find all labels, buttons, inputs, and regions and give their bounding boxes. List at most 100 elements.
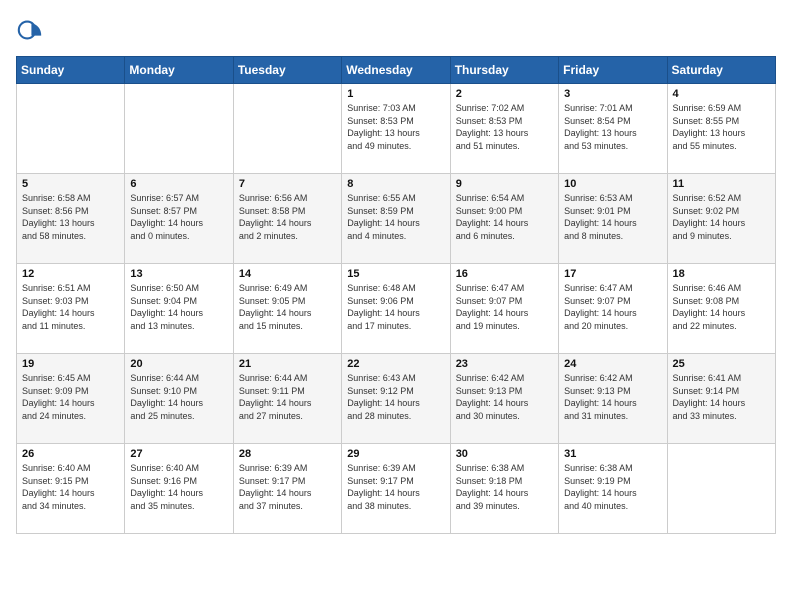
day-number: 22 <box>347 358 444 370</box>
calendar-cell: 11 Sunrise: 6:52 AM Sunset: 9:02 PM Dayli… <box>667 174 775 264</box>
calendar-cell: 14Sunrise: 6:49 AM Sunset: 9:05 PM Dayli… <box>233 264 341 354</box>
page-header <box>16 16 776 44</box>
calendar-cell: 20 Sunrise: 6:44 AM Sunset: 9:10 PM Dayli… <box>125 354 233 444</box>
day-number: 11 <box>673 178 770 190</box>
day-info: Sunrise: 6:56 AM Sunset: 8:58 PM Dayligh… <box>239 192 336 242</box>
day-number: 27 <box>130 448 227 460</box>
day-info: Sunrise: 6:40 AM Sunset: 9:15 PM Dayligh… <box>22 462 119 512</box>
calendar-cell: 7 Sunrise: 6:56 AM Sunset: 8:58 PM Daylig… <box>233 174 341 264</box>
day-info: Sunrise: 6:42 AM Sunset: 9:13 PM Dayligh… <box>564 372 661 422</box>
day-info: Sunrise: 6:47 AM Sunset: 9:07 PM Dayligh… <box>456 282 553 332</box>
calendar-cell: 31 Sunrise: 6:38 AM Sunset: 9:19 PM Dayli… <box>559 444 667 534</box>
calendar-cell: 22 Sunrise: 6:43 AM Sunset: 9:12 PM Dayli… <box>342 354 450 444</box>
day-info: Sunrise: 6:50 AM Sunset: 9:04 PM Dayligh… <box>130 282 227 332</box>
day-info: Sunrise: 7:02 AM Sunset: 8:53 PM Dayligh… <box>456 102 553 152</box>
weekday-header-tuesday: Tuesday <box>233 57 341 84</box>
calendar-cell: 5 Sunrise: 6:58 AM Sunset: 8:56 PM Daylig… <box>17 174 125 264</box>
day-number: 12 <box>22 268 119 280</box>
day-number: 23 <box>456 358 553 370</box>
day-number: 31 <box>564 448 661 460</box>
day-number: 13 <box>130 268 227 280</box>
day-info: Sunrise: 6:53 AM Sunset: 9:01 PM Dayligh… <box>564 192 661 242</box>
day-info: Sunrise: 6:51 AM Sunset: 9:03 PM Dayligh… <box>22 282 119 332</box>
calendar-cell: 30 Sunrise: 6:38 AM Sunset: 9:18 PM Dayli… <box>450 444 558 534</box>
calendar-cell: 21 Sunrise: 6:44 AM Sunset: 9:11 PM Dayli… <box>233 354 341 444</box>
logo <box>16 16 48 44</box>
calendar-cell: 19Sunrise: 6:45 AM Sunset: 9:09 PM Dayli… <box>17 354 125 444</box>
day-number: 2 <box>456 88 553 100</box>
day-number: 24 <box>564 358 661 370</box>
calendar-week-row: 5 Sunrise: 6:58 AM Sunset: 8:56 PM Daylig… <box>17 174 776 264</box>
day-number: 30 <box>456 448 553 460</box>
day-number: 15 <box>347 268 444 280</box>
day-number: 8 <box>347 178 444 190</box>
day-info: Sunrise: 6:43 AM Sunset: 9:12 PM Dayligh… <box>347 372 444 422</box>
weekday-header-sunday: Sunday <box>17 57 125 84</box>
calendar-cell: 6 Sunrise: 6:57 AM Sunset: 8:57 PM Daylig… <box>125 174 233 264</box>
day-number: 10 <box>564 178 661 190</box>
calendar-cell: 15 Sunrise: 6:48 AM Sunset: 9:06 PM Dayli… <box>342 264 450 354</box>
weekday-header-row: SundayMondayTuesdayWednesdayThursdayFrid… <box>17 57 776 84</box>
day-info: Sunrise: 6:44 AM Sunset: 9:10 PM Dayligh… <box>130 372 227 422</box>
weekday-header-saturday: Saturday <box>667 57 775 84</box>
day-number: 29 <box>347 448 444 460</box>
day-number: 14 <box>239 268 336 280</box>
day-number: 19 <box>22 358 119 370</box>
calendar-cell: 27 Sunrise: 6:40 AM Sunset: 9:16 PM Dayli… <box>125 444 233 534</box>
day-number: 5 <box>22 178 119 190</box>
calendar-cell <box>233 84 341 174</box>
day-info: Sunrise: 6:39 AM Sunset: 9:17 PM Dayligh… <box>239 462 336 512</box>
day-info: Sunrise: 6:58 AM Sunset: 8:56 PM Dayligh… <box>22 192 119 242</box>
day-number: 16 <box>456 268 553 280</box>
day-info: Sunrise: 6:38 AM Sunset: 9:18 PM Dayligh… <box>456 462 553 512</box>
weekday-header-monday: Monday <box>125 57 233 84</box>
calendar-cell: 13 Sunrise: 6:50 AM Sunset: 9:04 PM Dayli… <box>125 264 233 354</box>
day-number: 21 <box>239 358 336 370</box>
day-info: Sunrise: 6:59 AM Sunset: 8:55 PM Dayligh… <box>673 102 770 152</box>
calendar-cell: 12 Sunrise: 6:51 AM Sunset: 9:03 PM Dayli… <box>17 264 125 354</box>
calendar-cell <box>125 84 233 174</box>
day-info: Sunrise: 6:54 AM Sunset: 9:00 PM Dayligh… <box>456 192 553 242</box>
calendar-cell: 10 Sunrise: 6:53 AM Sunset: 9:01 PM Dayli… <box>559 174 667 264</box>
calendar-header: SundayMondayTuesdayWednesdayThursdayFrid… <box>17 57 776 84</box>
day-number: 25 <box>673 358 770 370</box>
day-info: Sunrise: 6:40 AM Sunset: 9:16 PM Dayligh… <box>130 462 227 512</box>
day-info: Sunrise: 6:44 AM Sunset: 9:11 PM Dayligh… <box>239 372 336 422</box>
day-number: 28 <box>239 448 336 460</box>
calendar-week-row: 12 Sunrise: 6:51 AM Sunset: 9:03 PM Dayli… <box>17 264 776 354</box>
logo-icon <box>16 16 44 44</box>
calendar-cell: 29 Sunrise: 6:39 AM Sunset: 9:17 PM Dayli… <box>342 444 450 534</box>
calendar-cell <box>17 84 125 174</box>
day-number: 7 <box>239 178 336 190</box>
day-number: 20 <box>130 358 227 370</box>
calendar-cell: 3 Sunrise: 7:01 AM Sunset: 8:54 PM Daylig… <box>559 84 667 174</box>
day-info: Sunrise: 6:39 AM Sunset: 9:17 PM Dayligh… <box>347 462 444 512</box>
day-info: Sunrise: 6:46 AM Sunset: 9:08 PM Dayligh… <box>673 282 770 332</box>
weekday-header-thursday: Thursday <box>450 57 558 84</box>
day-number: 17 <box>564 268 661 280</box>
calendar-cell: 18Sunrise: 6:46 AM Sunset: 9:08 PM Dayli… <box>667 264 775 354</box>
day-number: 6 <box>130 178 227 190</box>
day-info: Sunrise: 7:03 AM Sunset: 8:53 PM Dayligh… <box>347 102 444 152</box>
calendar-week-row: 19Sunrise: 6:45 AM Sunset: 9:09 PM Dayli… <box>17 354 776 444</box>
calendar-week-row: 26 Sunrise: 6:40 AM Sunset: 9:15 PM Dayli… <box>17 444 776 534</box>
calendar-body: 1Sunrise: 7:03 AM Sunset: 8:53 PM Daylig… <box>17 84 776 534</box>
day-info: Sunrise: 6:52 AM Sunset: 9:02 PM Dayligh… <box>673 192 770 242</box>
day-info: Sunrise: 7:01 AM Sunset: 8:54 PM Dayligh… <box>564 102 661 152</box>
calendar-table: SundayMondayTuesdayWednesdayThursdayFrid… <box>16 56 776 534</box>
day-number: 26 <box>22 448 119 460</box>
day-number: 4 <box>673 88 770 100</box>
day-info: Sunrise: 6:47 AM Sunset: 9:07 PM Dayligh… <box>564 282 661 332</box>
calendar-cell: 2 Sunrise: 7:02 AM Sunset: 8:53 PM Daylig… <box>450 84 558 174</box>
calendar-cell: 4 Sunrise: 6:59 AM Sunset: 8:55 PM Daylig… <box>667 84 775 174</box>
calendar-cell: 26 Sunrise: 6:40 AM Sunset: 9:15 PM Dayli… <box>17 444 125 534</box>
day-info: Sunrise: 6:38 AM Sunset: 9:19 PM Dayligh… <box>564 462 661 512</box>
calendar-cell: 1Sunrise: 7:03 AM Sunset: 8:53 PM Daylig… <box>342 84 450 174</box>
day-info: Sunrise: 6:41 AM Sunset: 9:14 PM Dayligh… <box>673 372 770 422</box>
day-number: 9 <box>456 178 553 190</box>
day-info: Sunrise: 6:57 AM Sunset: 8:57 PM Dayligh… <box>130 192 227 242</box>
day-number: 3 <box>564 88 661 100</box>
calendar-cell: 23Sunrise: 6:42 AM Sunset: 9:13 PM Dayli… <box>450 354 558 444</box>
day-info: Sunrise: 6:48 AM Sunset: 9:06 PM Dayligh… <box>347 282 444 332</box>
calendar-cell: 9 Sunrise: 6:54 AM Sunset: 9:00 PM Daylig… <box>450 174 558 264</box>
